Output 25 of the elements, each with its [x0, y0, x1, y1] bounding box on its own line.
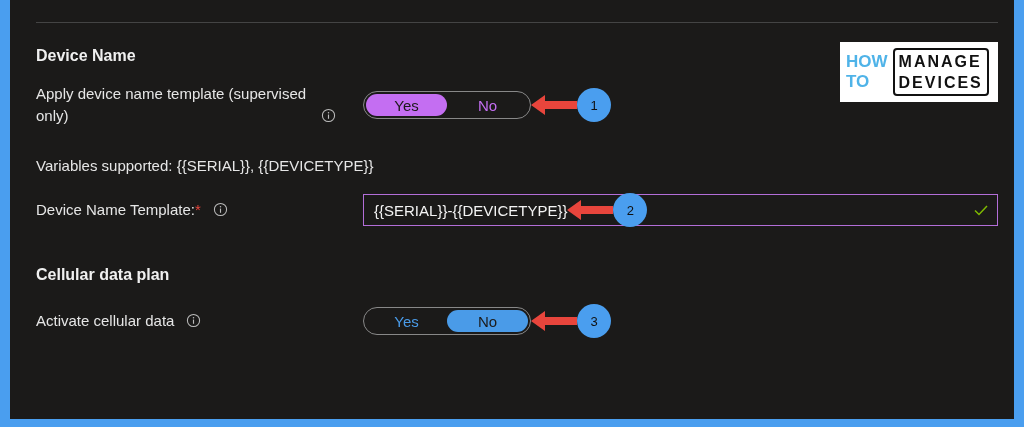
toggle-option[interactable]: Yes — [366, 94, 447, 116]
setting-label: Activate cellular data — [36, 311, 175, 331]
toggle-option[interactable]: No — [447, 94, 528, 116]
step-marker: 2 — [613, 193, 648, 227]
setting-label: Device Name Template:* — [36, 200, 201, 220]
section-heading: Cellular data plan — [36, 266, 170, 284]
info-icon[interactable] — [321, 108, 336, 123]
step-marker: 1 — [577, 88, 611, 122]
required-mark: * — [194, 201, 201, 218]
input-field[interactable]: {{SERIAL}}-{{DEVICETYPE}} 2 — [363, 194, 998, 226]
arrow-icon — [531, 311, 577, 331]
arrow-icon — [531, 95, 577, 115]
logo-text: MANAGE — [898, 52, 983, 72]
setting-label: Apply device name template (supervised only) — [36, 84, 308, 126]
section-heading: Device Name — [36, 47, 136, 65]
logo-text: TO — [846, 72, 871, 92]
info-icon[interactable] — [212, 202, 228, 217]
toggle-option[interactable]: No — [447, 310, 528, 332]
step-marker: 3 — [577, 304, 611, 338]
toggle-option[interactable]: Yes — [366, 310, 447, 332]
logo-text: DEVICES — [898, 73, 983, 93]
arrow-icon — [567, 200, 614, 220]
logo-text: HOW — [846, 52, 888, 72]
note-text: Variables supported: {{SERIAL}}, {{DEVICETYPE}} — [36, 157, 375, 174]
info-icon[interactable] — [186, 313, 202, 328]
